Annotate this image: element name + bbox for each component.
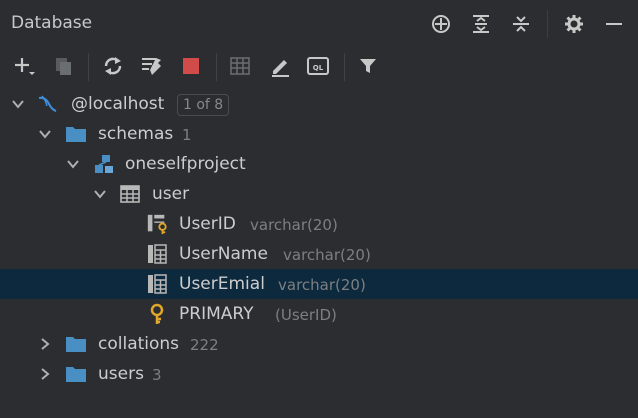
tree-node-schema[interactable]: oneselfproject [0, 149, 638, 179]
panel-header: Database [0, 0, 638, 48]
header-divider [547, 10, 548, 38]
primary-key-column-icon [146, 213, 168, 235]
users-count: 3 [152, 366, 162, 384]
chevron-down-icon[interactable] [11, 97, 25, 111]
tree-node-index[interactable]: PRIMARY (UserID) [0, 299, 638, 329]
crosshair-icon[interactable] [425, 10, 457, 38]
svg-text:QL: QL [313, 64, 324, 72]
toolbar-divider [344, 53, 345, 81]
table-editor-icon[interactable] [224, 50, 256, 82]
collations-label: collations [98, 334, 180, 354]
query-console-icon[interactable]: QL [302, 50, 334, 82]
duplicate-icon[interactable] [48, 50, 80, 82]
column-type: varchar(20) [250, 216, 338, 234]
minimize-icon[interactable] [598, 10, 630, 38]
schemas-label: schemas [98, 124, 174, 144]
tree-node-table[interactable]: user [0, 179, 638, 209]
column-type: varchar(20) [278, 276, 366, 294]
column-icon [146, 273, 168, 295]
tree-node-collations[interactable]: collations 222 [0, 329, 638, 359]
chevron-right-icon[interactable] [38, 367, 52, 381]
connection-count-badge: 1 of 8 [177, 94, 230, 116]
refresh-icon[interactable] [97, 50, 129, 82]
column-name: UserName [179, 244, 268, 264]
toolbar-divider [88, 53, 89, 81]
collapse-all-icon[interactable] [505, 10, 537, 38]
tree-node-column[interactable]: UserName varchar(20) [0, 239, 638, 269]
tree-node-schemas[interactable]: schemas 1 [0, 119, 638, 149]
collations-count: 222 [190, 336, 219, 354]
schema-icon [93, 153, 115, 175]
filter-icon[interactable] [352, 50, 384, 82]
folder-icon [65, 123, 87, 145]
column-type: varchar(20) [283, 246, 371, 264]
tree-node-users[interactable]: users 3 [0, 359, 638, 389]
chevron-down-icon[interactable] [38, 127, 52, 141]
tree-node-connection[interactable]: @localhost 1 of 8 [0, 89, 638, 119]
chevron-right-icon[interactable] [38, 337, 52, 351]
chevron-down-icon[interactable] [66, 157, 80, 171]
toolbar: QL [0, 50, 638, 84]
gear-icon[interactable] [558, 10, 590, 38]
folder-icon [65, 333, 87, 355]
tree-node-column-selected[interactable]: UserEmial varchar(20) [0, 269, 638, 299]
chevron-down-icon[interactable] [93, 187, 107, 201]
connection-label: @localhost [71, 94, 165, 114]
key-icon [146, 303, 168, 325]
toolbar-divider [216, 53, 217, 81]
folder-icon [65, 363, 87, 385]
index-name: PRIMARY [179, 304, 254, 324]
edit-icon[interactable] [264, 50, 296, 82]
users-label: users [98, 364, 144, 384]
schemas-count: 1 [182, 126, 192, 144]
table-icon [119, 183, 141, 205]
panel-title: Database [11, 13, 93, 33]
column-name: UserEmial [179, 274, 265, 294]
tree-node-column[interactable]: UserID varchar(20) [0, 209, 638, 239]
schema-label: oneselfproject [125, 154, 246, 174]
sync-schema-icon[interactable] [136, 50, 168, 82]
table-label: user [152, 184, 190, 204]
add-icon[interactable] [8, 50, 40, 82]
expand-all-icon[interactable] [465, 10, 497, 38]
mysql-dolphin-icon [36, 93, 58, 115]
index-detail: (UserID) [275, 306, 337, 324]
column-icon [146, 243, 168, 265]
header-actions [425, 10, 630, 38]
column-name: UserID [179, 214, 236, 234]
stop-icon[interactable] [175, 50, 207, 82]
